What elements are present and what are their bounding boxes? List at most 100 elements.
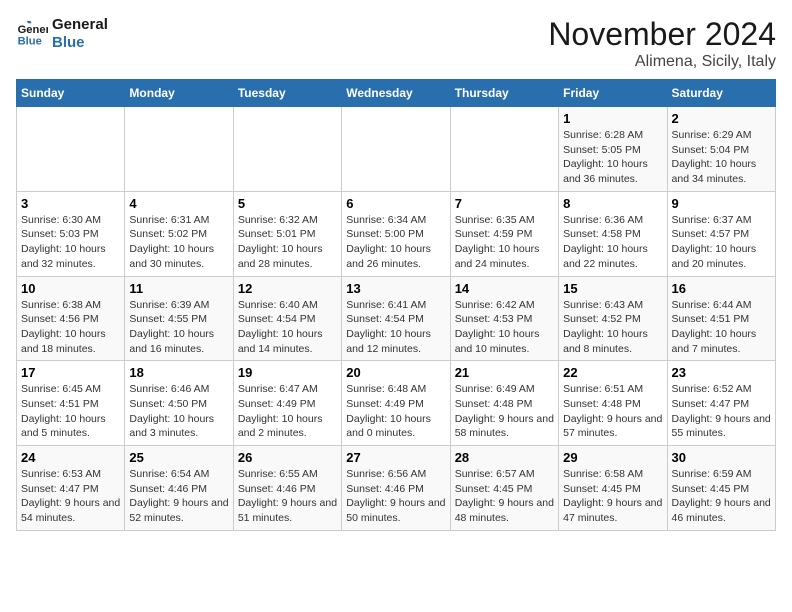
day-info: Sunrise: 6:49 AMSunset: 4:48 PMDaylight:… (455, 382, 554, 441)
day-cell: 8 Sunrise: 6:36 AMSunset: 4:58 PMDaylight… (559, 191, 667, 276)
day-info: Sunrise: 6:34 AMSunset: 5:00 PMDaylight:… (346, 213, 445, 272)
day-number: 3 (21, 196, 120, 211)
day-cell: 2 Sunrise: 6:29 AMSunset: 5:04 PMDaylight… (667, 107, 775, 192)
day-cell (342, 107, 450, 192)
day-number: 12 (238, 281, 337, 296)
header: General Blue General Blue November 2024 … (16, 16, 776, 71)
day-info: Sunrise: 6:42 AMSunset: 4:53 PMDaylight:… (455, 298, 554, 357)
day-number: 1 (563, 111, 662, 126)
day-info: Sunrise: 6:29 AMSunset: 5:04 PMDaylight:… (672, 128, 771, 187)
day-number: 2 (672, 111, 771, 126)
day-cell: 29 Sunrise: 6:58 AMSunset: 4:45 PMDayligh… (559, 446, 667, 531)
day-number: 15 (563, 281, 662, 296)
day-cell: 11Sunrise: 6:39 AMSunset: 4:55 PMDayligh… (125, 276, 233, 361)
day-number: 4 (129, 196, 228, 211)
day-info: Sunrise: 6:57 AMSunset: 4:45 PMDaylight:… (455, 467, 554, 526)
day-info: Sunrise: 6:38 AMSunset: 4:56 PMDaylight:… (21, 298, 120, 357)
day-number: 5 (238, 196, 337, 211)
day-number: 17 (21, 365, 120, 380)
day-cell: 1 Sunrise: 6:28 AMSunset: 5:05 PMDaylight… (559, 107, 667, 192)
weekday-header-friday: Friday (559, 80, 667, 107)
logo: General Blue General Blue (16, 16, 108, 52)
day-info: Sunrise: 6:52 AMSunset: 4:47 PMDaylight:… (672, 382, 771, 441)
day-cell: 19Sunrise: 6:47 AMSunset: 4:49 PMDayligh… (233, 361, 341, 446)
day-number: 9 (672, 196, 771, 211)
day-info: Sunrise: 6:59 AMSunset: 4:45 PMDaylight:… (672, 467, 771, 526)
day-info: Sunrise: 6:30 AMSunset: 5:03 PMDaylight:… (21, 213, 120, 272)
week-row-1: 1 Sunrise: 6:28 AMSunset: 5:05 PMDaylight… (17, 107, 776, 192)
day-cell: 13Sunrise: 6:41 AMSunset: 4:54 PMDayligh… (342, 276, 450, 361)
day-cell: 26 Sunrise: 6:55 AMSunset: 4:46 PMDayligh… (233, 446, 341, 531)
location-subtitle: Alimena, Sicily, Italy (548, 53, 776, 71)
day-cell: 25Sunrise: 6:54 AMSunset: 4:46 PMDayligh… (125, 446, 233, 531)
day-cell: 9 Sunrise: 6:37 AMSunset: 4:57 PMDaylight… (667, 191, 775, 276)
day-number: 25 (129, 450, 228, 465)
week-row-5: 24Sunrise: 6:53 AMSunset: 4:47 PMDayligh… (17, 446, 776, 531)
day-number: 6 (346, 196, 445, 211)
month-title: November 2024 (548, 16, 776, 53)
day-number: 10 (21, 281, 120, 296)
day-info: Sunrise: 6:28 AMSunset: 5:05 PMDaylight:… (563, 128, 662, 187)
day-number: 21 (455, 365, 554, 380)
day-cell: 3 Sunrise: 6:30 AMSunset: 5:03 PMDaylight… (17, 191, 125, 276)
day-info: Sunrise: 6:47 AMSunset: 4:49 PMDaylight:… (238, 382, 337, 441)
title-area: November 2024 Alimena, Sicily, Italy (548, 16, 776, 71)
day-info: Sunrise: 6:37 AMSunset: 4:57 PMDaylight:… (672, 213, 771, 272)
day-number: 7 (455, 196, 554, 211)
day-cell: 16 Sunrise: 6:44 AMSunset: 4:51 PMDayligh… (667, 276, 775, 361)
day-number: 28 (455, 450, 554, 465)
logo-icon: General Blue (16, 20, 48, 48)
day-cell: 6 Sunrise: 6:34 AMSunset: 5:00 PMDaylight… (342, 191, 450, 276)
day-cell: 30 Sunrise: 6:59 AMSunset: 4:45 PMDayligh… (667, 446, 775, 531)
day-number: 27 (346, 450, 445, 465)
day-cell: 28 Sunrise: 6:57 AMSunset: 4:45 PMDayligh… (450, 446, 558, 531)
weekday-header-monday: Monday (125, 80, 233, 107)
day-info: Sunrise: 6:45 AMSunset: 4:51 PMDaylight:… (21, 382, 120, 441)
weekday-header-saturday: Saturday (667, 80, 775, 107)
week-row-3: 10 Sunrise: 6:38 AMSunset: 4:56 PMDayligh… (17, 276, 776, 361)
day-cell: 24Sunrise: 6:53 AMSunset: 4:47 PMDayligh… (17, 446, 125, 531)
calendar-table: SundayMondayTuesdayWednesdayThursdayFrid… (16, 79, 776, 531)
day-info: Sunrise: 6:56 AMSunset: 4:46 PMDaylight:… (346, 467, 445, 526)
day-number: 8 (563, 196, 662, 211)
week-row-4: 17 Sunrise: 6:45 AMSunset: 4:51 PMDayligh… (17, 361, 776, 446)
day-cell: 22Sunrise: 6:51 AMSunset: 4:48 PMDayligh… (559, 361, 667, 446)
week-row-2: 3 Sunrise: 6:30 AMSunset: 5:03 PMDaylight… (17, 191, 776, 276)
weekday-header-wednesday: Wednesday (342, 80, 450, 107)
day-info: Sunrise: 6:39 AMSunset: 4:55 PMDaylight:… (129, 298, 228, 357)
day-info: Sunrise: 6:35 AMSunset: 4:59 PMDaylight:… (455, 213, 554, 272)
day-cell: 27 Sunrise: 6:56 AMSunset: 4:46 PMDayligh… (342, 446, 450, 531)
day-info: Sunrise: 6:44 AMSunset: 4:51 PMDaylight:… (672, 298, 771, 357)
day-cell (125, 107, 233, 192)
day-cell: 23Sunrise: 6:52 AMSunset: 4:47 PMDayligh… (667, 361, 775, 446)
logo-line2: Blue (52, 34, 108, 52)
day-number: 18 (129, 365, 228, 380)
day-number: 14 (455, 281, 554, 296)
day-number: 16 (672, 281, 771, 296)
day-info: Sunrise: 6:55 AMSunset: 4:46 PMDaylight:… (238, 467, 337, 526)
day-cell: 21 Sunrise: 6:49 AMSunset: 4:48 PMDayligh… (450, 361, 558, 446)
day-cell: 10 Sunrise: 6:38 AMSunset: 4:56 PMDayligh… (17, 276, 125, 361)
day-info: Sunrise: 6:48 AMSunset: 4:49 PMDaylight:… (346, 382, 445, 441)
day-cell: 15Sunrise: 6:43 AMSunset: 4:52 PMDayligh… (559, 276, 667, 361)
day-number: 22 (563, 365, 662, 380)
day-info: Sunrise: 6:31 AMSunset: 5:02 PMDaylight:… (129, 213, 228, 272)
weekday-header-tuesday: Tuesday (233, 80, 341, 107)
day-info: Sunrise: 6:46 AMSunset: 4:50 PMDaylight:… (129, 382, 228, 441)
day-cell: 12 Sunrise: 6:40 AMSunset: 4:54 PMDayligh… (233, 276, 341, 361)
svg-text:Blue: Blue (18, 35, 42, 47)
day-number: 26 (238, 450, 337, 465)
logo-line1: General (52, 16, 108, 34)
day-info: Sunrise: 6:36 AMSunset: 4:58 PMDaylight:… (563, 213, 662, 272)
day-number: 29 (563, 450, 662, 465)
day-info: Sunrise: 6:58 AMSunset: 4:45 PMDaylight:… (563, 467, 662, 526)
day-number: 13 (346, 281, 445, 296)
day-cell (450, 107, 558, 192)
weekday-header-row: SundayMondayTuesdayWednesdayThursdayFrid… (17, 80, 776, 107)
weekday-header-thursday: Thursday (450, 80, 558, 107)
weekday-header-sunday: Sunday (17, 80, 125, 107)
day-cell: 4 Sunrise: 6:31 AMSunset: 5:02 PMDaylight… (125, 191, 233, 276)
day-number: 30 (672, 450, 771, 465)
day-info: Sunrise: 6:40 AMSunset: 4:54 PMDaylight:… (238, 298, 337, 357)
day-info: Sunrise: 6:53 AMSunset: 4:47 PMDaylight:… (21, 467, 120, 526)
